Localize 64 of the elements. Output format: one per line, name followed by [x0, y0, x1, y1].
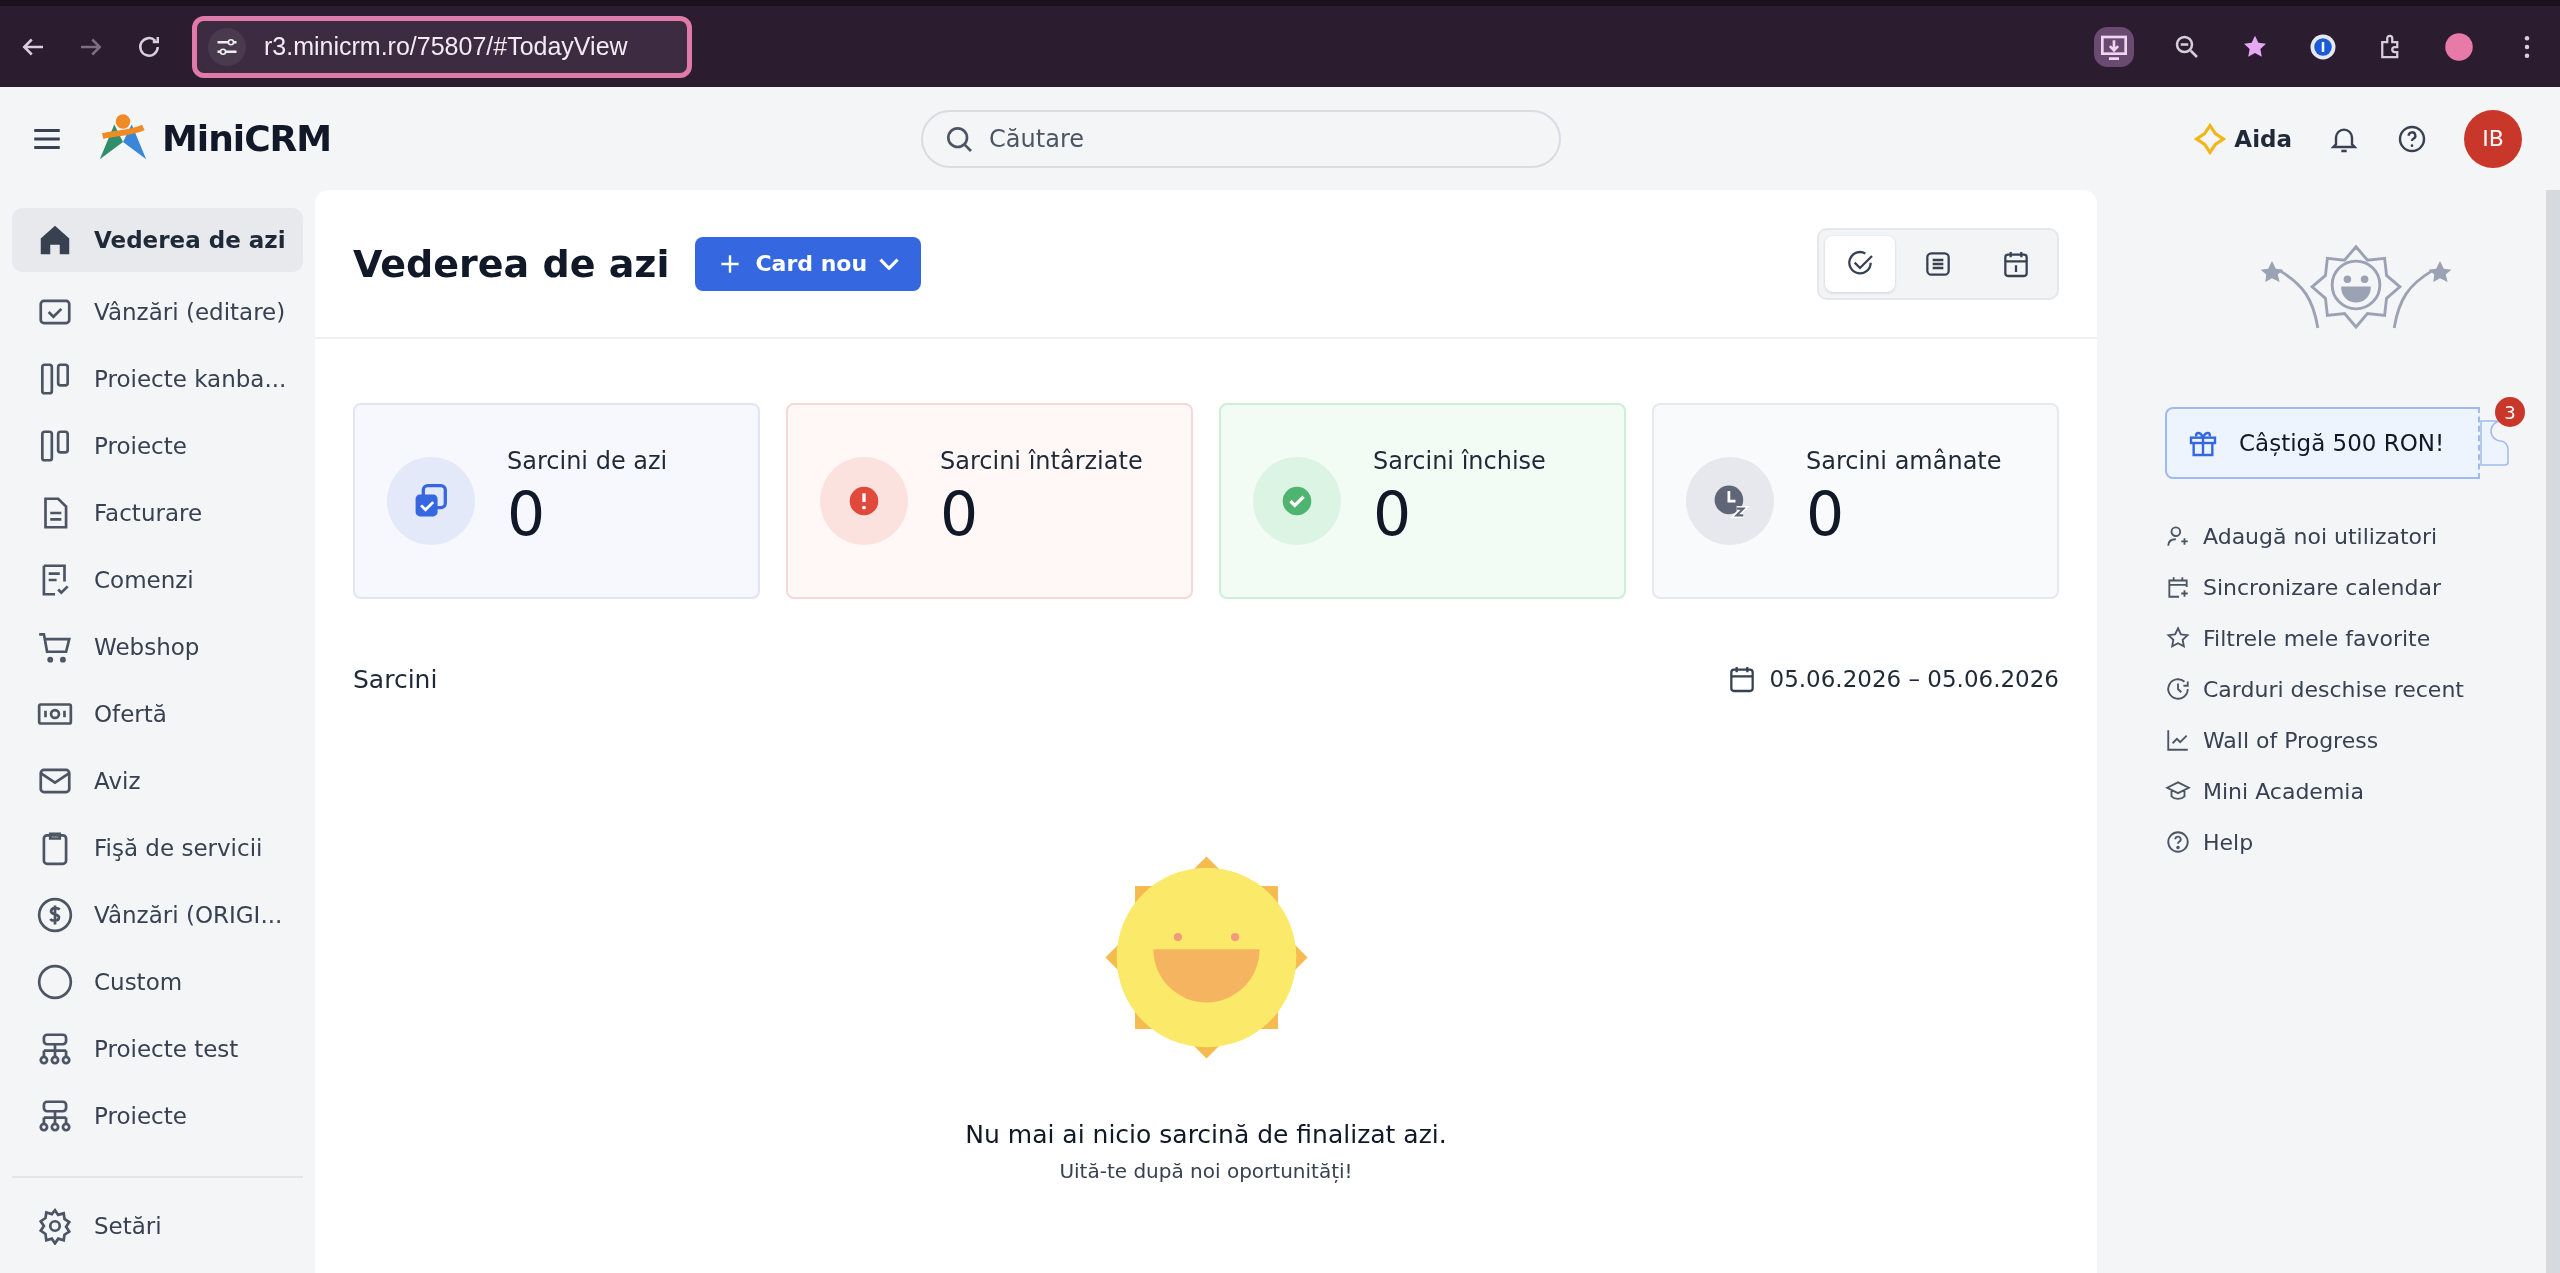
- today-tasks-icon: [387, 457, 475, 545]
- user-avatar[interactable]: IB: [2464, 109, 2522, 168]
- stat-label: Sarcini întârziate: [940, 447, 1143, 475]
- profile-avatar-icon[interactable]: [2444, 31, 2474, 62]
- stat-label: Sarcini închise: [1373, 447, 1546, 475]
- search-input[interactable]: Căutare: [989, 113, 1540, 164]
- quick-link[interactable]: Sincronizare calendar: [2165, 570, 2546, 604]
- sidebar-item[interactable]: Proiecte test: [12, 1015, 303, 1082]
- section-title: Sarcini: [353, 664, 438, 694]
- url-text: r3.minicrm.ro/75807/#TodayView: [264, 32, 628, 61]
- stat-value: 0: [1373, 479, 1413, 549]
- sidebar-item[interactable]: Webshop: [12, 613, 303, 680]
- late-tasks-icon: [820, 457, 908, 545]
- logo-text: MiniCRM: [162, 118, 332, 159]
- stat-value: 0: [507, 479, 547, 549]
- sidebar-item[interactable]: Aviz: [12, 747, 303, 814]
- sidebar-item[interactable]: Custom: [12, 948, 303, 1015]
- circle-icon: [36, 962, 74, 1001]
- quick-link[interactable]: Filtrele mele favorite: [2165, 621, 2546, 655]
- stat-label: Sarcini amânate: [1806, 447, 2002, 475]
- settings-item[interactable]: Setări: [12, 1192, 303, 1259]
- sidebar-item[interactable]: Vânzări (ORIGI...: [12, 881, 303, 948]
- address-bar[interactable]: r3.minicrm.ro/75807/#TodayView: [192, 15, 692, 78]
- star-icon: [2165, 625, 2191, 651]
- quick-link[interactable]: Mini Academia: [2165, 774, 2546, 808]
- sidebar-item[interactable]: Vederea de azi: [12, 208, 303, 272]
- search-field[interactable]: Căutare: [921, 109, 1562, 168]
- sidebar-item[interactable]: Proiecte: [12, 412, 303, 479]
- sparkle-icon: [2194, 122, 2227, 155]
- chart-icon: [2165, 727, 2191, 753]
- notification-badge: 3: [2495, 397, 2525, 427]
- page-title: Vederea de azi: [353, 241, 670, 286]
- calendar-plus-icon: [2165, 574, 2191, 600]
- sidebar-item[interactable]: Fişă de servicii: [12, 814, 303, 881]
- quick-link[interactable]: Adaugă noi utilizatori: [2165, 519, 2546, 553]
- sidebar-item[interactable]: Ofertă: [12, 680, 303, 747]
- assistant-button[interactable]: Aida: [2194, 122, 2292, 155]
- sidebar-item[interactable]: Proiecte kanba...: [12, 345, 303, 412]
- promo-button[interactable]: Câștigă 500 RON!: [2165, 407, 2480, 479]
- site-settings-icon[interactable]: [208, 27, 246, 66]
- install-app-icon[interactable]: [2094, 26, 2134, 67]
- new-card-button[interactable]: Card nou: [695, 236, 922, 291]
- postponed-tasks-icon: [1686, 457, 1774, 545]
- stat-label: Sarcini de azi: [507, 447, 668, 475]
- caret-icon: [879, 257, 900, 270]
- view-tab[interactable]: [1825, 235, 1895, 292]
- empty-state-subtitle: Uită-te după noi oportunități!: [1059, 1159, 1353, 1183]
- sidebar-item[interactable]: Comenzi: [12, 546, 303, 613]
- closed-tasks-icon: [1253, 457, 1341, 545]
- sidebar-item[interactable]: Vânzări (editare): [12, 278, 303, 345]
- settings-icon: [36, 1206, 74, 1245]
- clock-icon: [2165, 676, 2191, 702]
- quick-link[interactable]: Carduri deschise recent: [2165, 672, 2546, 706]
- stat-value: 0: [1806, 479, 1846, 549]
- dollar-icon: [36, 895, 74, 934]
- quick-link[interactable]: Help: [2165, 825, 2546, 859]
- user-plus-icon: [2165, 523, 2191, 549]
- date-range-picker[interactable]: 05.06.2026 – 05.06.2026: [1725, 663, 2059, 695]
- sidebar-item[interactable]: Proiecte: [12, 1082, 303, 1149]
- quick-link[interactable]: Wall of Progress: [2165, 723, 2546, 757]
- empty-state-title: Nu mai ai nicio sarcină de finalizat azi.: [965, 1120, 1447, 1149]
- stat-value: 0: [940, 479, 980, 549]
- sidebar-item[interactable]: Facturare: [12, 479, 303, 546]
- help-icon: [2165, 829, 2191, 855]
